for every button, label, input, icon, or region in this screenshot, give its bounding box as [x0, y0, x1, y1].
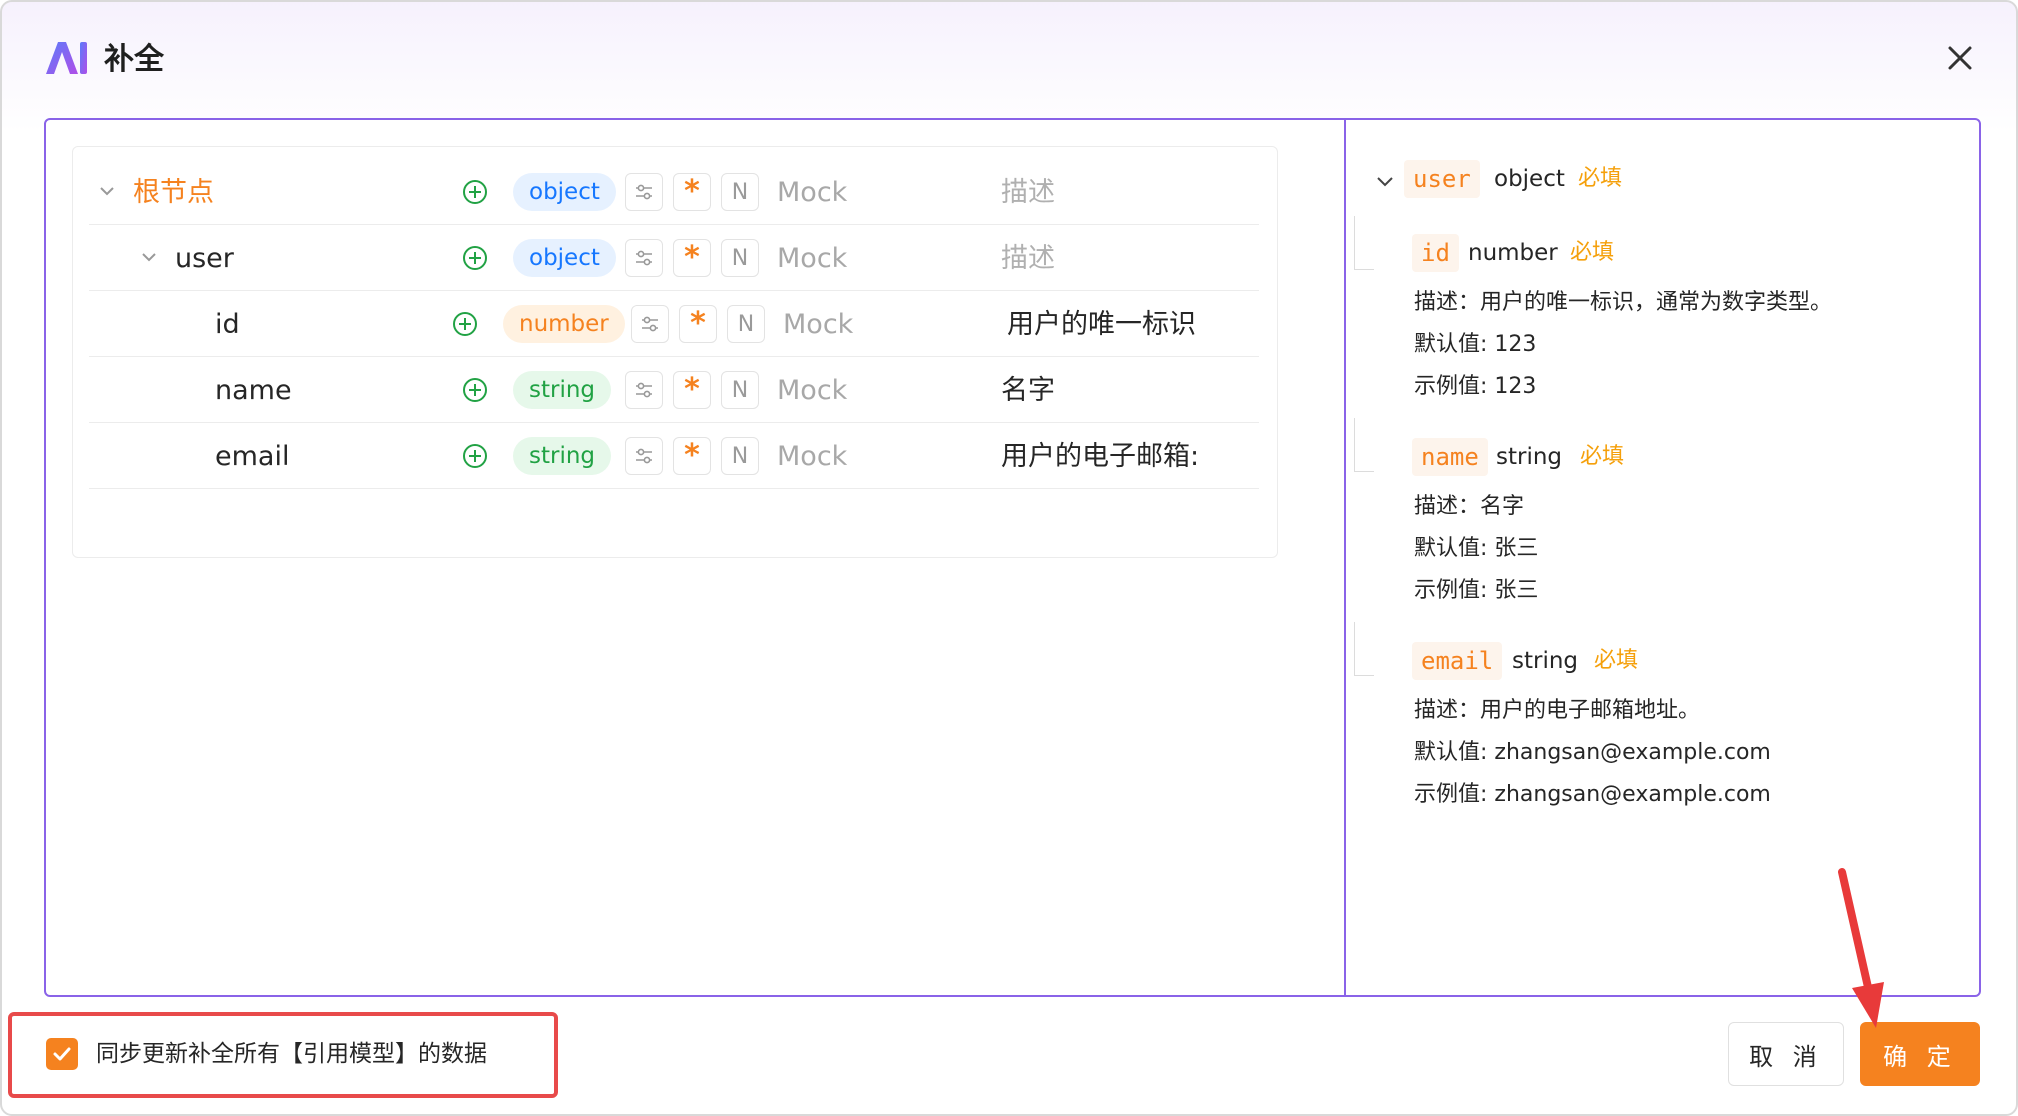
preview-field-key: name: [1412, 438, 1488, 476]
completion-panel: 根节点 object * N Mock 描述 user object * N M…: [44, 118, 1981, 997]
schema-row-name: name string * N Mock 名字: [89, 357, 1259, 423]
add-child-icon[interactable]: [461, 442, 489, 470]
required-badge: 必填: [1594, 648, 1639, 673]
preview-field-example: 示例值: 张三: [1414, 578, 1539, 603]
preview-field-desc: 描述：名字: [1414, 494, 1525, 519]
required-badge: 必填: [1570, 240, 1615, 265]
preview-field-desc: 描述：用户的唯一标识，通常为数字类型。: [1414, 290, 1833, 315]
schema-editor: 根节点 object * N Mock 描述 user object * N M…: [72, 146, 1278, 558]
completion-dialog: 补全 根节点 object * N Mock 描述 user object * …: [0, 0, 2018, 1116]
node-name[interactable]: 根节点: [133, 173, 214, 213]
add-child-icon[interactable]: [451, 310, 479, 338]
schema-row-id: id number * N Mock 用户的唯一标识: [89, 291, 1259, 357]
required-toggle[interactable]: *: [679, 305, 717, 343]
preview-field-type: number: [1468, 240, 1558, 266]
nullable-toggle[interactable]: N: [721, 239, 759, 277]
required-badge: 必填: [1578, 166, 1623, 191]
type-pill[interactable]: string: [513, 371, 612, 409]
sync-option-highlight: 同步更新补全所有【引用模型】的数据: [8, 1012, 558, 1098]
preview-field-default: 默认值: 123: [1414, 332, 1537, 357]
nullable-toggle[interactable]: N: [727, 305, 765, 343]
description-field[interactable]: 用户的电子邮箱:: [1001, 439, 1251, 475]
tree-guide-line: [1354, 216, 1374, 270]
settings-icon[interactable]: [625, 173, 663, 211]
required-toggle[interactable]: *: [673, 371, 711, 409]
mock-field[interactable]: Mock: [777, 175, 847, 211]
schema-row-root: 根节点 object * N Mock 描述: [89, 159, 1259, 225]
preview-root-type: object: [1494, 166, 1565, 192]
ai-logo-icon: [46, 42, 87, 74]
preview-field-key: id: [1412, 234, 1459, 272]
close-icon[interactable]: [1942, 40, 1978, 76]
chevron-down-icon[interactable]: [97, 181, 117, 201]
mock-field[interactable]: Mock: [777, 241, 847, 277]
required-toggle[interactable]: *: [673, 173, 711, 211]
nullable-toggle[interactable]: N: [721, 437, 759, 475]
dialog-title: 补全: [104, 42, 164, 77]
required-toggle[interactable]: *: [673, 239, 711, 277]
add-child-icon[interactable]: [461, 178, 489, 206]
mock-field[interactable]: Mock: [783, 307, 853, 343]
preview-root-key: user: [1404, 160, 1480, 198]
mock-field[interactable]: Mock: [777, 439, 847, 475]
node-name[interactable]: id: [215, 305, 240, 345]
settings-icon[interactable]: [625, 371, 663, 409]
check-icon: [53, 1047, 71, 1061]
description-field[interactable]: 用户的唯一标识: [1007, 307, 1257, 343]
settings-icon[interactable]: [631, 305, 669, 343]
nullable-toggle[interactable]: N: [721, 371, 759, 409]
tree-guide-line: [1354, 418, 1374, 472]
preview-field-type: string: [1512, 648, 1579, 674]
panel-divider: [1344, 120, 1346, 995]
required-badge: 必填: [1580, 444, 1625, 469]
required-toggle[interactable]: *: [673, 437, 711, 475]
node-name[interactable]: user: [175, 239, 234, 279]
preview-field-default: 默认值: 张三: [1414, 536, 1539, 561]
preview-field-example: 示例值: zhangsan@example.com: [1414, 782, 1771, 807]
nullable-toggle[interactable]: N: [721, 173, 759, 211]
preview-field-default: 默认值: zhangsan@example.com: [1414, 740, 1771, 765]
type-pill[interactable]: string: [513, 437, 612, 475]
description-field[interactable]: 名字: [1001, 373, 1251, 409]
annotation-arrow-icon: [1838, 868, 1884, 1028]
description-field[interactable]: 描述: [1001, 175, 1251, 211]
add-child-icon[interactable]: [461, 376, 489, 404]
type-pill[interactable]: number: [503, 305, 625, 343]
type-pill[interactable]: object: [513, 173, 616, 211]
sync-checkbox[interactable]: [46, 1038, 78, 1070]
tree-guide-line: [1354, 622, 1374, 676]
type-pill[interactable]: object: [513, 239, 616, 277]
chevron-down-icon[interactable]: [139, 247, 159, 267]
description-field[interactable]: 描述: [1001, 241, 1251, 277]
settings-icon[interactable]: [625, 437, 663, 475]
add-child-icon[interactable]: [461, 244, 489, 272]
node-name[interactable]: name: [215, 371, 292, 411]
mock-field[interactable]: Mock: [777, 373, 847, 409]
schema-row-email: email string * N Mock 用户的电子邮箱:: [89, 423, 1259, 489]
sync-checkbox-label[interactable]: 同步更新补全所有【引用模型】的数据: [96, 1036, 487, 1072]
preview-field-desc: 描述：用户的电子邮箱地址。: [1414, 698, 1701, 723]
node-name[interactable]: email: [215, 437, 289, 477]
preview-field-type: string: [1496, 444, 1563, 470]
chevron-down-icon[interactable]: [1374, 170, 1396, 192]
preview-field-key: email: [1412, 642, 1503, 680]
settings-icon[interactable]: [625, 239, 663, 277]
schema-row-user: user object * N Mock 描述: [89, 225, 1259, 291]
preview-field-example: 示例值: 123: [1414, 374, 1537, 399]
cancel-button[interactable]: 取 消: [1728, 1022, 1844, 1086]
